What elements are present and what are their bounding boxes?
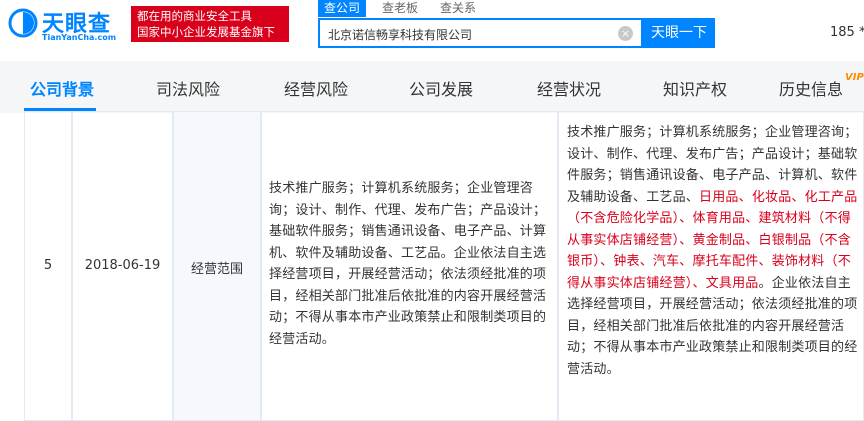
change-date-cell: 2018-06-19 <box>72 111 173 421</box>
before-change-cell: 技术推广服务；计算机系统服务；企业管理咨询；设计、制作、代理、发布广告；产品设计… <box>261 111 558 421</box>
clear-icon[interactable]: × <box>618 26 633 41</box>
top-header: 天眼查 TianYanCha.com 都在用的商业安全工具 国家中小企业发展基金… <box>0 0 864 60</box>
logo[interactable]: 天眼查 TianYanCha.com <box>4 6 124 46</box>
tab-boss[interactable]: 查老板 <box>376 0 424 17</box>
slogan-line-2: 国家中小企业发展基金旗下 <box>137 25 275 39</box>
user-phone[interactable]: 185 * <box>830 25 864 40</box>
nav-company-development[interactable]: 公司发展 <box>409 76 473 100</box>
row-index-cell: 5 <box>24 111 72 421</box>
search-input-value: 北京诺信畅享科技有限公司 <box>328 28 473 42</box>
before-change-text: 技术推广服务；计算机系统服务；企业管理咨询；设计、制作、代理、发布广告；产品设计… <box>269 181 547 347</box>
slogan-banner: 都在用的商业安全工具 国家中小企业发展基金旗下 <box>131 6 289 42</box>
search-button[interactable]: 天眼一下 <box>643 18 715 48</box>
logo-eye-icon <box>8 8 38 38</box>
tab-company[interactable]: 查公司 <box>318 0 367 17</box>
nav-history-info[interactable]: 历史信息 <box>779 76 843 100</box>
change-field: 经营范围 <box>190 262 243 277</box>
change-field-cell: 经营范围 <box>173 111 261 421</box>
company-nav: 公司背景 司法风险 经营风险 公司发展 经营状况 知识产权 历史信息 VIP <box>0 61 864 113</box>
tab-relation[interactable]: 查关系 <box>434 0 482 17</box>
search-input[interactable]: 北京诺信畅享科技有限公司 × <box>318 18 643 48</box>
nav-intellectual-property[interactable]: 知识产权 <box>663 76 727 100</box>
nav-business-status[interactable]: 经营状况 <box>537 76 601 100</box>
slogan-line-1: 都在用的商业安全工具 <box>137 9 252 23</box>
change-record-table: 5 2018-06-19 经营范围 技术推广服务；计算机系统服务；企业管理咨询；… <box>0 111 864 421</box>
nav-company-background[interactable]: 公司背景 <box>30 76 94 100</box>
after-change-text: 技术推广服务；计算机系统服务；企业管理咨询；设计、制作、代理、发布广告；产品设计… <box>567 122 859 380</box>
vip-badge: VIP <box>845 72 864 83</box>
row-index: 5 <box>43 258 53 273</box>
after-change-cell: 技术推广服务；计算机系统服务；企业管理咨询；设计、制作、代理、发布广告；产品设计… <box>558 111 864 421</box>
change-date: 2018-06-19 <box>84 258 161 273</box>
logo-subtitle: TianYanCha.com <box>42 33 117 42</box>
nav-judicial-risk[interactable]: 司法风险 <box>156 76 220 100</box>
nav-operating-risk[interactable]: 经营风险 <box>284 76 348 100</box>
